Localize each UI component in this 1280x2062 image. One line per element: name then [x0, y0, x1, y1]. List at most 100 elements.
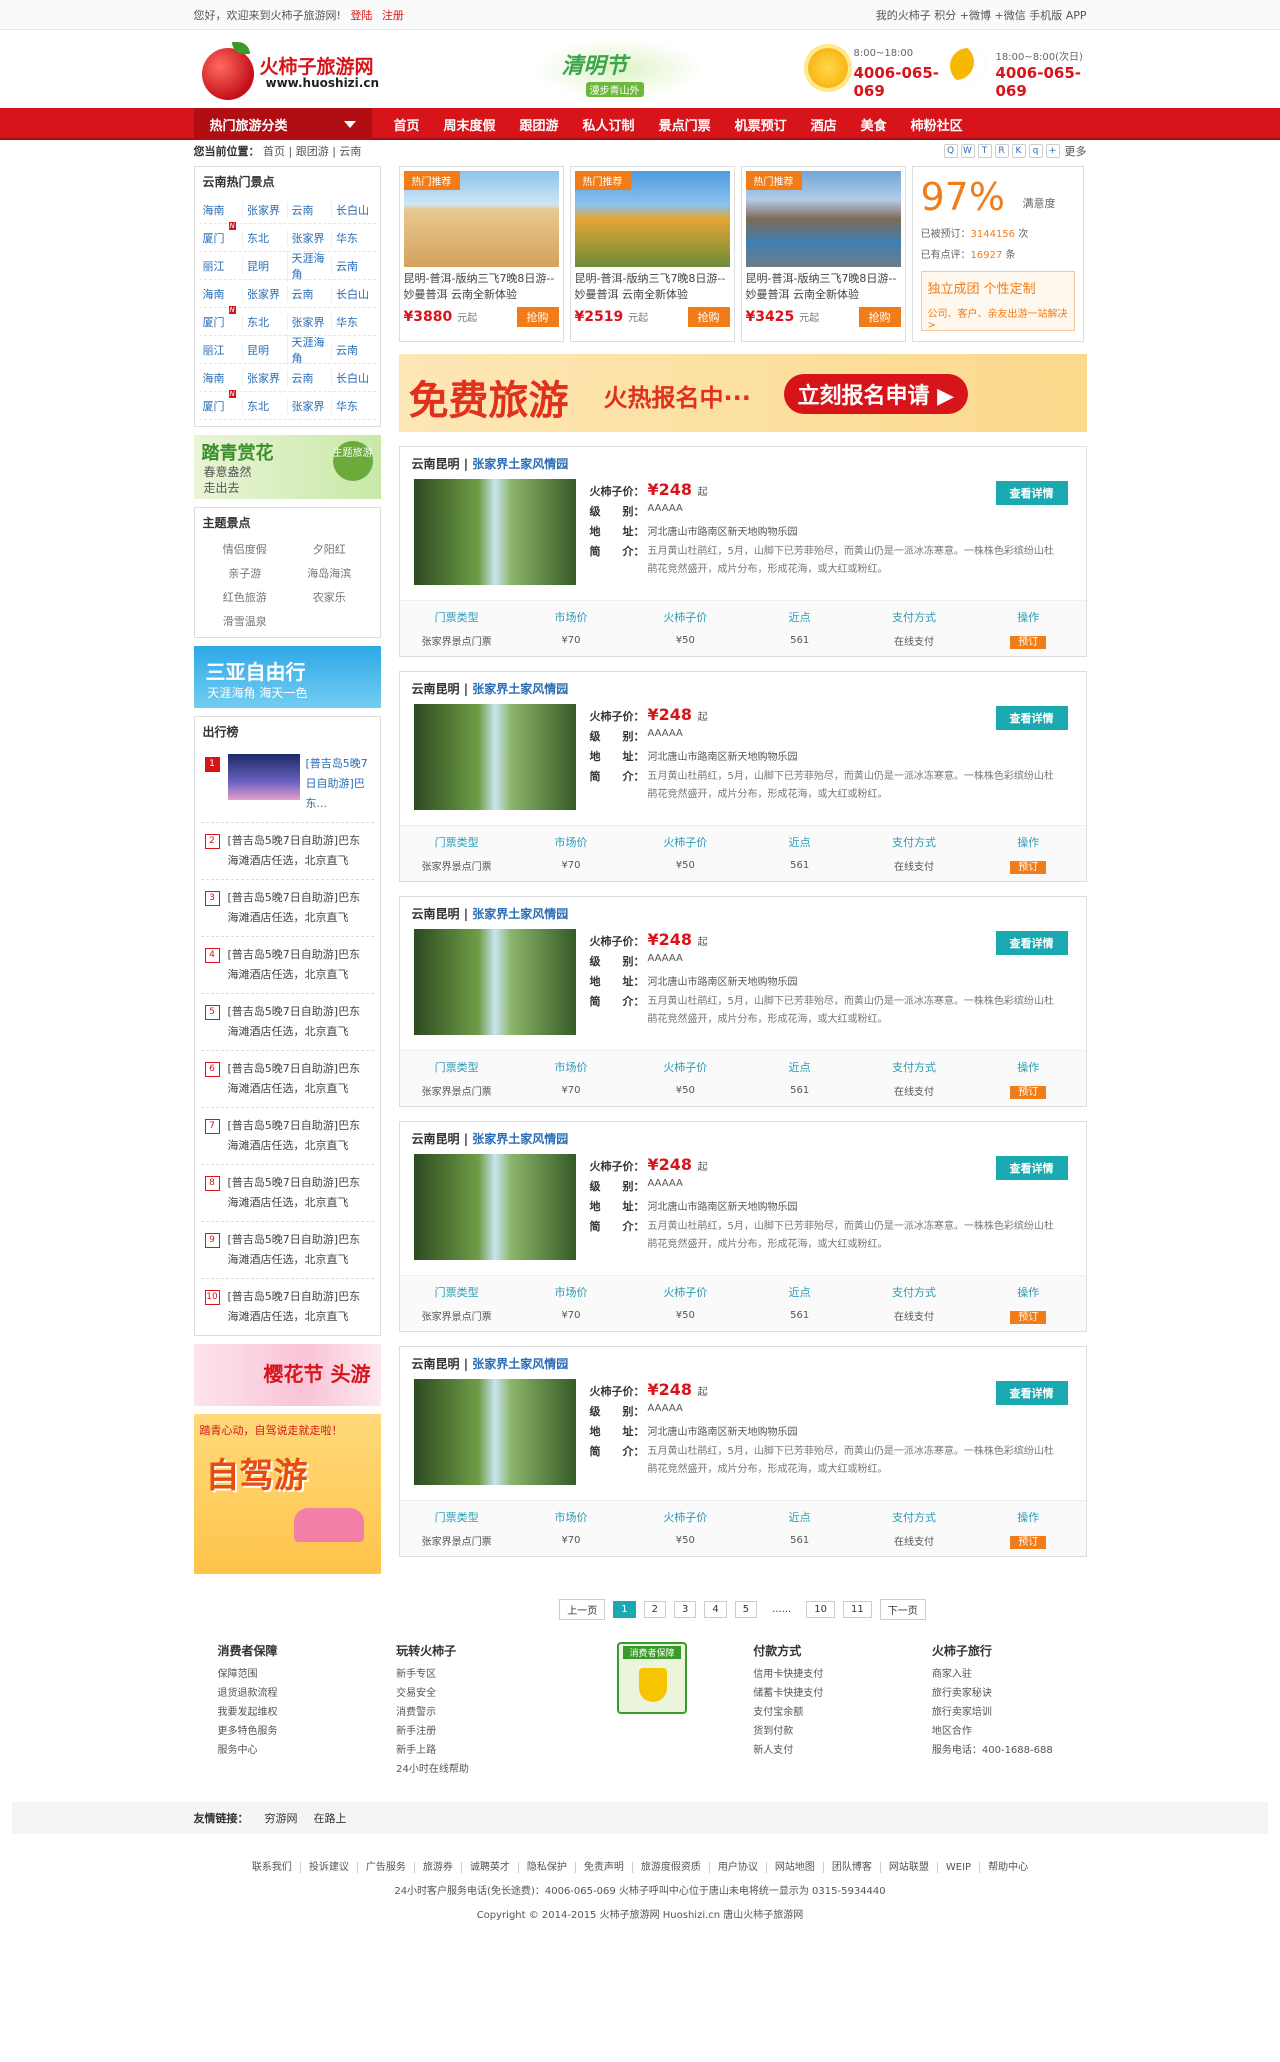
rank-title[interactable]: [普吉岛5晚7日自助游]巴东海滩酒店任选，北京直飞 — [228, 1230, 370, 1270]
footer-link[interactable]: 新手注册 — [396, 1722, 551, 1741]
hot-spot-link[interactable]: 张家界 — [286, 397, 332, 414]
bottom-link[interactable]: 广告服务 — [356, 1862, 414, 1873]
featured-product[interactable]: 热门推荐 昆明-普洱-版纳三飞7晚8日游--妙曼普洱 云南全新体验 ¥3425 … — [740, 166, 906, 342]
share-renren-icon[interactable]: R — [994, 144, 1009, 158]
featured-product[interactable]: 热门推荐 昆明-普洱-版纳三飞7晚8日游--妙曼普洱 云南全新体验 ¥2519 … — [569, 166, 735, 342]
rank-title[interactable]: [普吉岛5晚7日自助游]巴东海滩酒店任选，北京直飞 — [228, 831, 370, 871]
hot-spot-link[interactable]: 天涯海角 — [286, 333, 332, 366]
hot-spot-link[interactable]: 华东 — [331, 229, 376, 246]
book-button[interactable]: 预订 — [1010, 636, 1047, 649]
footer-link[interactable]: 新人支付 — [753, 1741, 908, 1760]
hot-spot-link[interactable]: 云南 — [331, 341, 376, 358]
consumer-protection-badge[interactable]: 消费者保障 — [616, 1642, 687, 1714]
share-tqq-icon[interactable]: T — [977, 144, 992, 158]
ticket-region[interactable]: 云南昆明 — [412, 1357, 460, 1371]
points-link[interactable]: 积分 — [934, 9, 956, 22]
custom-tour-sub[interactable]: 公司、客户、亲友出游一站解决> — [928, 305, 1068, 331]
rank-title[interactable]: [普吉岛5晚7日自助游]巴东海滩酒店任选，北京直飞 — [228, 1059, 370, 1099]
footer-link[interactable]: 支付宝余额 — [753, 1703, 908, 1722]
hot-spot-link[interactable]: 海南 — [199, 286, 243, 302]
breadcrumb-home[interactable]: 首页 — [263, 145, 285, 158]
breadcrumb-group[interactable]: 跟团游 — [296, 145, 329, 158]
bottom-link[interactable]: 免责声明 — [574, 1862, 632, 1873]
share-weibo-icon[interactable]: W — [960, 144, 975, 158]
footer-link[interactable]: 我要发起维权 — [218, 1703, 373, 1722]
footer-link[interactable]: 储蓄卡快捷支付 — [753, 1684, 908, 1703]
book-button[interactable]: 预订 — [1010, 861, 1047, 874]
breadcrumb-yunnan[interactable]: 云南 — [339, 145, 361, 158]
bottom-link[interactable]: 用户协议 — [708, 1862, 766, 1873]
footer-link[interactable]: 交易安全 — [396, 1684, 551, 1703]
footer-link[interactable]: 新手上路 — [396, 1741, 551, 1760]
sakura-banner[interactable]: 樱花节 头游 — [193, 1344, 381, 1406]
rank-title[interactable]: [普吉岛5晚7日自助游]巴东海滩酒店任选，北京直飞 — [228, 1002, 370, 1042]
theme-link[interactable]: 海岛海滨 — [287, 565, 372, 581]
hot-spot-link[interactable]: 厦门 N — [199, 389, 243, 414]
apply-now-button[interactable]: 立刻报名申请 ▶ — [783, 374, 969, 414]
hot-spot-link[interactable]: 丽江 — [199, 342, 243, 358]
theme-link[interactable]: 夕阳红 — [287, 541, 372, 557]
ticket-image[interactable] — [413, 704, 576, 810]
ticket-name-link[interactable]: 张家界土家风情园 — [472, 1132, 568, 1146]
bottom-link[interactable]: 隐私保护 — [517, 1862, 575, 1873]
footer-link[interactable]: 货到付款 — [753, 1722, 908, 1741]
prev-page-button[interactable]: 上一页 — [559, 1599, 606, 1620]
nav-flights[interactable]: 机票预订 — [723, 115, 799, 134]
share-qq-icon[interactable]: q — [1028, 144, 1043, 158]
wechat-link[interactable]: +微信 — [994, 9, 1025, 22]
footer-link[interactable]: 更多特色服务 — [218, 1722, 373, 1741]
book-button[interactable]: 预订 — [1010, 1086, 1047, 1099]
hot-spot-link[interactable]: 张家界 — [242, 201, 287, 218]
product-image[interactable]: 热门推荐 — [403, 171, 559, 267]
footer-link[interactable]: 保障范围 — [218, 1665, 373, 1684]
product-desc[interactable]: 昆明-普洱-版纳三飞7晚8日游--妙曼普洱 云南全新体验 — [404, 271, 559, 303]
footer-link[interactable]: 商家入驻 — [932, 1665, 1087, 1684]
footer-link[interactable]: 新手专区 — [396, 1665, 551, 1684]
hot-spot-link[interactable]: 东北 — [242, 313, 287, 330]
rank-item[interactable]: 5 [普吉岛5晚7日自助游]巴东海滩酒店任选，北京直飞 — [200, 993, 374, 1050]
nav-home[interactable]: 首页 — [382, 115, 432, 134]
book-button[interactable]: 预订 — [1010, 1536, 1047, 1549]
friend-link[interactable]: 穷游网 — [265, 1810, 298, 1826]
share-more-link[interactable]: 更多 — [1065, 143, 1087, 159]
ticket-image[interactable] — [413, 1379, 576, 1485]
rank-title[interactable]: [普吉岛5晚7日自助游]巴东海滩酒店任选，北京直飞 — [228, 888, 370, 928]
friend-link[interactable]: 在路上 — [314, 1810, 347, 1826]
theme-link[interactable]: 亲子游 — [203, 565, 288, 581]
bottom-link[interactable]: 团队博客 — [822, 1862, 880, 1873]
hot-spot-link[interactable]: 海南 — [199, 370, 243, 386]
hot-spot-link[interactable]: 厦门 N — [199, 305, 243, 330]
book-button[interactable]: 预订 — [1010, 1311, 1047, 1324]
rank-item[interactable]: 1 [普吉岛5晚7日自助游]巴东... — [201, 746, 374, 822]
page-11[interactable]: 11 — [842, 1601, 872, 1618]
festival-banner[interactable]: 清明节 漫步青山外 — [533, 38, 704, 100]
product-desc[interactable]: 昆明-普洱-版纳三飞7晚8日游--妙曼普洱 云南全新体验 — [746, 271, 901, 303]
view-detail-button[interactable]: 查看详情 — [995, 1381, 1068, 1405]
buy-button[interactable]: 抢购 — [687, 307, 730, 327]
hot-spot-link[interactable]: 张家界 — [242, 285, 287, 302]
nav-weekend[interactable]: 周末度假 — [432, 115, 508, 134]
page-1[interactable]: 1 — [613, 1601, 636, 1618]
footer-link[interactable]: 地区合作 — [932, 1722, 1087, 1741]
self-drive-banner[interactable]: 踏青心动，自驾说走就走啦！ 自驾游 — [193, 1414, 381, 1574]
bottom-link[interactable]: 帮助中心 — [979, 1862, 1037, 1873]
share-qzone-icon[interactable]: Q — [943, 144, 958, 158]
ticket-image[interactable] — [413, 929, 576, 1035]
bottom-link[interactable]: 旅游券 — [413, 1862, 461, 1873]
theme-link[interactable]: 农家乐 — [287, 589, 372, 605]
page-3[interactable]: 3 — [674, 1601, 697, 1618]
buy-button[interactable]: 抢购 — [858, 307, 901, 327]
hot-spot-link[interactable]: 丽江 — [199, 258, 243, 274]
rank-title[interactable]: [普吉岛5晚7日自助游]巴东海滩酒店任选，北京直飞 — [228, 945, 370, 985]
ticket-region[interactable]: 云南昆明 — [412, 1132, 460, 1146]
ticket-name-link[interactable]: 张家界土家风情园 — [472, 457, 568, 471]
rank-title[interactable]: [普吉岛5晚7日自助游]巴东... — [306, 754, 370, 814]
footer-link[interactable]: 旅行卖家秘诀 — [932, 1684, 1087, 1703]
hot-spot-link[interactable]: 张家界 — [286, 313, 332, 330]
page-5[interactable]: 5 — [734, 1601, 758, 1618]
footer-link[interactable]: 服务电话：400-1688-688 — [932, 1741, 1087, 1760]
hot-spot-link[interactable]: 长白山 — [331, 369, 376, 386]
hot-spot-link[interactable]: 长白山 — [331, 201, 376, 218]
ticket-region[interactable]: 云南昆明 — [412, 907, 460, 921]
theme-link[interactable]: 滑雪温泉 — [203, 613, 288, 629]
